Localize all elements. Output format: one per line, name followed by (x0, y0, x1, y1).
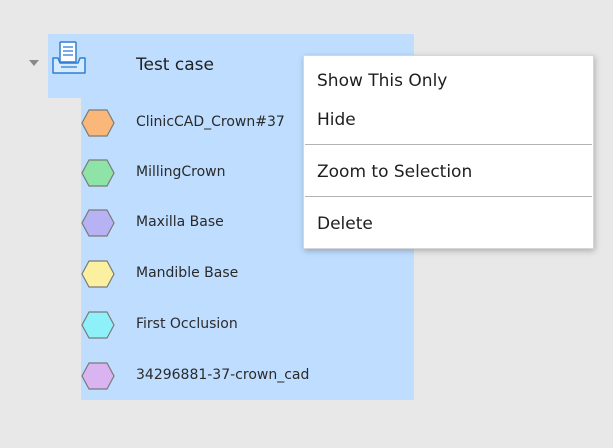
case-tray-icon (51, 40, 87, 76)
hexagon-icon (81, 159, 115, 187)
tree-item[interactable]: Mandible Base (81, 249, 414, 299)
hexagon-icon (81, 109, 115, 137)
menu-separator (305, 196, 592, 197)
menu-item-show-this-only[interactable]: Show This Only (317, 71, 447, 91)
menu-item-delete[interactable]: Delete (317, 214, 373, 234)
hexagon-icon (81, 209, 115, 237)
menu-separator (305, 144, 592, 145)
expand-arrow-icon[interactable] (27, 56, 41, 70)
context-menu: Show This Only Hide Zoom to Selection De… (303, 55, 594, 249)
tree-root-label[interactable]: Test case (136, 55, 214, 75)
tree-item[interactable]: 34296881-37-crown_cad (81, 351, 414, 401)
tree-item-label: ClinicCAD_Crown#37 (136, 114, 285, 130)
hexagon-icon (81, 260, 115, 288)
hexagon-icon (81, 362, 115, 390)
menu-item-zoom-to-selection[interactable]: Zoom to Selection (317, 162, 472, 182)
menu-item-hide[interactable]: Hide (317, 110, 356, 130)
tree-item-label: Mandible Base (136, 265, 239, 281)
tree-item[interactable]: First Occlusion (81, 300, 414, 350)
tree-item-label: 34296881-37-crown_cad (136, 367, 310, 383)
tree-item-label: First Occlusion (136, 316, 238, 332)
hexagon-icon (81, 311, 115, 339)
tree-item-label: Maxilla Base (136, 214, 224, 230)
tree-item-label: MillingCrown (136, 164, 226, 180)
